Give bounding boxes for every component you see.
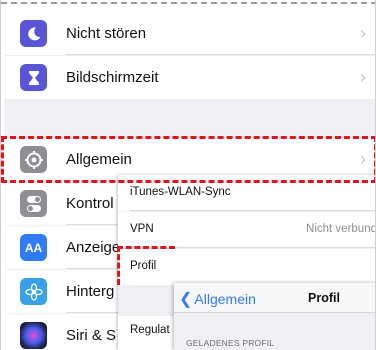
general-row-itunes-wlan-sync[interactable]: iTunes-WLAN-Sync — [118, 175, 375, 211]
screen: Nicht stören › Bildschirmzeit › Allgemei… — [0, 0, 376, 350]
general-row-label: Regulat — [130, 324, 170, 336]
section-header: GELADENES PROFIL — [186, 338, 275, 348]
general-row-label: iTunes-WLAN-Sync — [130, 186, 231, 198]
general-row-label: Profil — [130, 260, 157, 272]
text-size-icon: AA — [20, 234, 47, 261]
top-dashed-border — [1, 2, 375, 4]
general-row-regulatory[interactable]: Regulat — [118, 316, 174, 350]
general-row-label: VPN — [130, 223, 154, 235]
chevron-right-icon: › — [360, 67, 366, 87]
chevron-left-icon: ❮ — [179, 291, 193, 308]
back-button-label: Allgemein — [194, 291, 256, 307]
page-title: Profil — [308, 291, 340, 305]
settings-row-bildschirmzeit[interactable]: Bildschirmzeit › — [4, 56, 375, 99]
divider — [66, 54, 375, 55]
vpn-status: Nicht verbund — [306, 223, 376, 235]
settings-row-label: Bildschirmzeit — [66, 69, 159, 86]
divider — [130, 210, 375, 211]
settings-row-label: Allgemein — [66, 151, 132, 168]
settings-row-label: Kontrol — [66, 195, 114, 212]
toggle-icon — [20, 190, 47, 217]
settings-row-label: Hinterg — [66, 283, 115, 300]
moon-icon — [20, 20, 47, 47]
siri-icon — [20, 322, 47, 349]
profile-panel: ❮ Allgemein Profil GELADENES PROFIL — [174, 283, 375, 350]
settings-row-label: Siri & S — [66, 327, 117, 344]
chevron-right-icon: › — [360, 149, 366, 169]
flower-icon — [20, 278, 47, 305]
general-row-profil[interactable]: Profil — [118, 249, 375, 285]
back-button[interactable]: ❮ Allgemein — [179, 289, 256, 309]
chevron-right-icon: › — [360, 23, 366, 43]
settings-row-label: Nicht stören — [66, 25, 147, 42]
settings-row-label: Anzeige — [66, 239, 121, 256]
gear-icon — [20, 146, 47, 173]
general-row-vpn[interactable]: VPN Nicht verbund — [118, 212, 376, 248]
hourglass-icon — [20, 64, 47, 91]
settings-row-nicht-stoeren[interactable]: Nicht stören › — [4, 12, 375, 55]
divider — [130, 247, 375, 248]
profile-nav-bar: ❮ Allgemein Profil — [174, 283, 375, 313]
